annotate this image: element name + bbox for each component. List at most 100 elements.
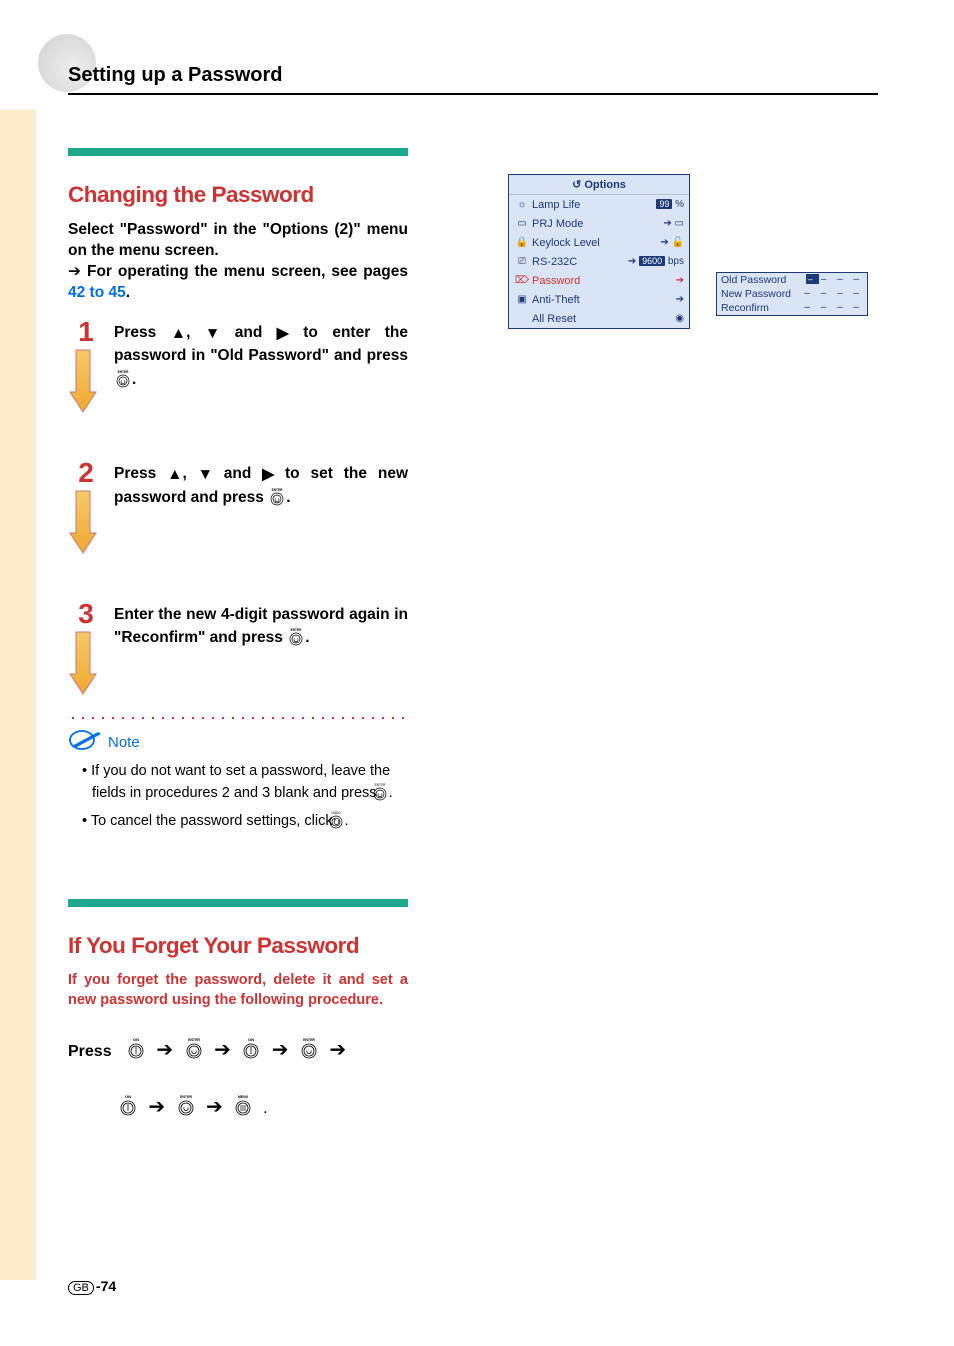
menu-item-label: Lamp Life xyxy=(530,199,656,211)
password-row-value: –– – – xyxy=(806,274,863,286)
password-row-label: Reconfirm xyxy=(721,302,804,314)
svg-text:ENTER: ENTER xyxy=(303,1038,315,1042)
menu-item-icon: ☼ xyxy=(514,199,530,210)
enter-button-icon: ENTER xyxy=(381,781,389,807)
right-arrow-icon: ▶ xyxy=(262,464,274,486)
options-menu-title: ↺ Options xyxy=(509,175,689,195)
menu-item-label: Keylock Level xyxy=(530,237,660,249)
step-text: Press ▲, ▼ and ▶ to set the new password… xyxy=(104,457,408,514)
options-menu-screenshot: ↺ Options ☼Lamp Life99 %▭PRJ Mode➔ ▭🔒Key… xyxy=(508,174,690,329)
page-header: Setting up a Password xyxy=(68,64,878,95)
step-text: Enter the new 4-digit password again in … xyxy=(104,598,408,654)
enter-button-icon: ENTER xyxy=(268,486,286,513)
password-row: New Password– – – – xyxy=(717,287,867,301)
enter-button-icon: ENTER xyxy=(183,1034,205,1079)
down-arrow-icon: ▼ xyxy=(198,464,213,486)
menu-item-icon: ⎚ xyxy=(514,256,530,267)
intro-text: Select "Password" in the "Options (2)" m… xyxy=(68,220,408,304)
arrow-right-icon: ➔ xyxy=(206,1096,223,1118)
options-menu-item: ⎚RS-232C➔ 9600 bps xyxy=(509,252,689,271)
password-row-label: Old Password xyxy=(721,274,806,286)
menu-item-label: RS-232C xyxy=(530,256,628,268)
intro-line-1: Select "Password" in the "Options (2)" m… xyxy=(68,221,408,259)
dotted-separator xyxy=(68,717,408,719)
menu-item-value: ➔ ▭ xyxy=(663,218,684,229)
svg-text:ENTER: ENTER xyxy=(272,488,284,492)
menu-item-value: 99 % xyxy=(656,199,684,210)
svg-text:ENTER: ENTER xyxy=(118,370,130,374)
section-divider xyxy=(68,899,408,907)
main-content: Changing the Password Select "Password" … xyxy=(68,148,408,1136)
svg-text:ENTER: ENTER xyxy=(188,1038,200,1042)
arrow-right-icon: ➔ xyxy=(148,1096,165,1118)
section-title-changing: Changing the Password xyxy=(68,182,408,208)
step-1: 1 Press ▲, ▼ and ▶ to enter the password… xyxy=(68,316,408,421)
menu-item-label: PRJ Mode xyxy=(530,218,663,230)
step-arrow-icon xyxy=(68,630,104,703)
svg-text:MENU: MENU xyxy=(238,1095,249,1099)
step-3: 3 Enter the new 4-digit password again i… xyxy=(68,598,408,703)
arrow-right-icon: ➔ xyxy=(329,1039,346,1061)
section-forget: If You Forget Your Password If you forge… xyxy=(68,899,408,1136)
password-row-value: – – – – xyxy=(804,288,863,300)
menu-item-label: Password xyxy=(530,275,676,287)
options-menu-item: ▭PRJ Mode➔ ▭ xyxy=(509,214,689,233)
menu-item-icon: ▭ xyxy=(514,218,530,229)
svg-text:ENTER: ENTER xyxy=(180,1095,192,1099)
options-menu-item: ⌦Password➔ xyxy=(509,271,689,290)
arrow-right-icon: ➔ xyxy=(68,263,87,280)
region-badge: GB xyxy=(68,1281,94,1295)
title-underline xyxy=(68,93,878,95)
up-arrow-icon: ▲ xyxy=(171,323,186,345)
options-menu-item: 🔒Keylock Level➔ 🔓 xyxy=(509,233,689,252)
menu-item-label: All Reset xyxy=(530,313,675,325)
forget-intro: If you forget the password, delete it an… xyxy=(68,971,408,1010)
page-title: Setting up a Password xyxy=(68,64,878,87)
arrow-right-icon: ➔ xyxy=(156,1039,173,1061)
page-range-link[interactable]: 42 to 45 xyxy=(68,284,126,301)
menu-item-value: ➔ 9600 bps xyxy=(628,256,684,267)
options-menu-item: ▣Anti-Theft➔ xyxy=(509,290,689,309)
undo-button-icon: UNDO xyxy=(337,809,345,835)
cycle-icon: ↺ xyxy=(572,179,581,191)
note-header: Note xyxy=(68,729,408,756)
step-text: Press ▲, ▼ and ▶ to enter the password i… xyxy=(104,316,408,395)
note-list: If you do not want to set a password, le… xyxy=(82,762,408,836)
menu-item-icon: ▣ xyxy=(514,294,530,305)
on-button-icon: ON xyxy=(117,1091,139,1136)
page-number: GB-74 xyxy=(68,1278,116,1294)
arrow-right-icon: ➔ xyxy=(272,1039,289,1061)
enter-button-icon: ENTER xyxy=(114,368,132,395)
svg-text:ENTER: ENTER xyxy=(374,783,386,787)
enter-button-icon: ENTER xyxy=(175,1091,197,1136)
step-number: 1 xyxy=(68,316,104,348)
on-button-icon: ON xyxy=(125,1034,147,1079)
down-arrow-icon: ▼ xyxy=(205,323,220,345)
menu-button-icon: MENU xyxy=(232,1091,254,1136)
menu-item-value: ◉ xyxy=(675,313,684,324)
button-sequence: Press ON ➔ ENTER ➔ ON ➔ ENTER ➔ ON ➔ ENT… xyxy=(68,1022,408,1136)
on-button-icon: ON xyxy=(240,1034,262,1079)
svg-text:ON: ON xyxy=(248,1037,254,1042)
password-row-value: – – – – xyxy=(804,302,863,314)
options-menu-item: ☼Lamp Life99 % xyxy=(509,195,689,214)
arrow-right-icon: ➔ xyxy=(214,1039,231,1061)
note-pencil-icon xyxy=(68,729,104,756)
up-arrow-icon: ▲ xyxy=(167,464,182,486)
menu-item-value: ➔ 🔓 xyxy=(660,237,684,248)
svg-text:UNDO: UNDO xyxy=(331,811,341,815)
note-item: To cancel the password settings, click U… xyxy=(82,809,408,835)
password-row: Reconfirm– – – – xyxy=(717,301,867,315)
steps-list: 1 Press ▲, ▼ and ▶ to enter the password… xyxy=(68,316,408,703)
step-number: 2 xyxy=(68,457,104,489)
menu-item-icon: ⌦ xyxy=(514,275,530,286)
password-row: Old Password–– – – xyxy=(717,273,867,287)
section-title-forget: If You Forget Your Password xyxy=(68,933,408,959)
intro-line-2b: . xyxy=(126,284,130,301)
password-dialog-screenshot: Old Password–– – –New Password– – – –Rec… xyxy=(716,272,868,316)
note-item: If you do not want to set a password, le… xyxy=(82,762,408,807)
step-arrow-icon xyxy=(68,489,104,562)
menu-item-value: ➔ xyxy=(676,275,684,286)
step-2: 2 Press ▲, ▼ and ▶ to set the new passwo… xyxy=(68,457,408,562)
svg-text:ON: ON xyxy=(133,1037,139,1042)
